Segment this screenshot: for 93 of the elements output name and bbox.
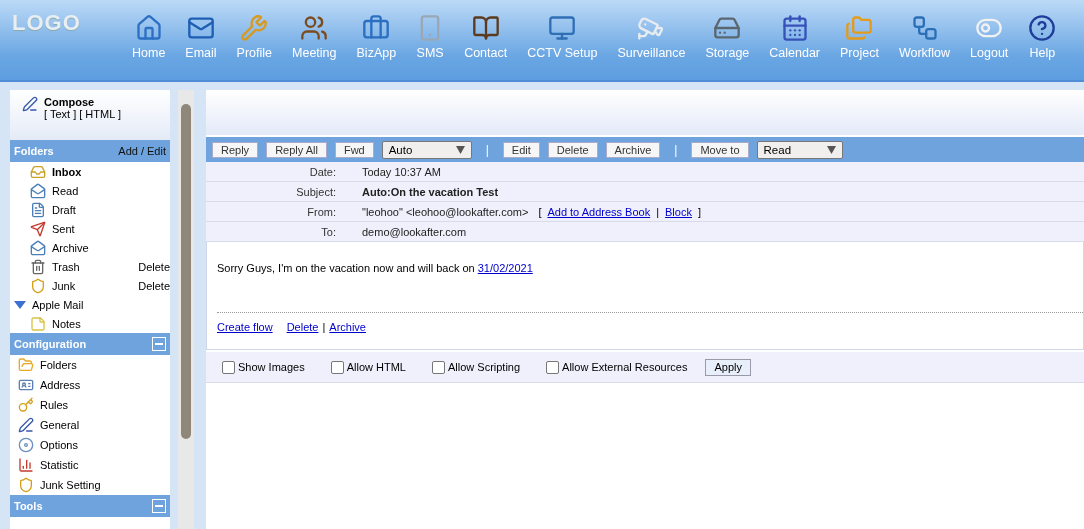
dropdown[interactable]: Auto — [381, 140, 472, 159]
config-item[interactable]: Options — [10, 435, 170, 455]
folder-icon — [18, 357, 34, 373]
pen-icon — [18, 417, 34, 433]
action-link[interactable]: Create flow — [217, 321, 273, 333]
notepad-icon — [30, 315, 46, 332]
folder-item[interactable]: Apple Mail — [10, 295, 170, 314]
action-link[interactable]: Archive — [329, 321, 366, 333]
folder-item[interactable]: Inbox — [10, 162, 170, 181]
key-icon — [18, 397, 34, 413]
expand-triangle-icon[interactable] — [14, 300, 26, 309]
envelope-icon — [30, 182, 46, 199]
date-link[interactable]: 31/02/2021 — [477, 262, 533, 274]
folder-item[interactable]: Archive — [10, 238, 170, 257]
header-label: To: — [320, 225, 337, 238]
workflow-icon — [910, 14, 939, 42]
option-checkbox[interactable]: Allow Scripting — [431, 360, 521, 374]
add-edit-link[interactable]: Add / Edit — [118, 145, 166, 157]
dropdown[interactable]: Read — [756, 140, 843, 159]
header-link[interactable]: Block — [665, 205, 692, 218]
header-value: demo@lookafter.com — [362, 225, 467, 238]
folder-item[interactable]: Notes — [10, 314, 170, 333]
header-label: Date: — [308, 165, 337, 178]
send-icon — [30, 220, 46, 237]
compose-link[interactable]: Compose — [44, 96, 122, 108]
header-value: "leohoo" <leohoo@lookafter.com> — [362, 205, 529, 218]
disc-icon — [18, 437, 34, 453]
folder-item[interactable]: Draft — [10, 200, 170, 219]
people-icon — [300, 14, 329, 42]
option-checkbox[interactable]: Allow HTML — [330, 360, 406, 374]
toolbar-button[interactable]: Fwd — [334, 141, 374, 158]
folder-item[interactable]: Junk Delete — [10, 276, 170, 295]
toolbar-button[interactable]: Archive — [605, 141, 661, 158]
config-item[interactable]: Statistic — [10, 455, 170, 475]
config-item[interactable]: Folders — [10, 355, 170, 375]
separator: | — [673, 142, 679, 157]
folder-item[interactable]: Sent — [10, 219, 170, 238]
help-icon — [1028, 14, 1057, 42]
briefcase-icon — [362, 14, 391, 42]
document-icon — [30, 201, 46, 218]
house-icon — [134, 14, 163, 42]
header-link[interactable]: Add to Address Book — [547, 205, 651, 218]
inbox-icon — [30, 163, 46, 180]
compose-icon — [22, 96, 38, 112]
calendar-icon — [780, 14, 809, 42]
folder-item[interactable]: Trash Delete — [10, 257, 170, 276]
caret-icon — [455, 145, 465, 154]
card-icon — [18, 377, 34, 393]
logo: LOGO — [11, 9, 82, 36]
config-item[interactable]: Address — [10, 375, 170, 395]
separator: [ — [538, 205, 542, 218]
separator: | — [322, 321, 326, 333]
collapse-button[interactable] — [152, 499, 166, 513]
apply-button[interactable]: Apply — [705, 358, 751, 376]
header-label: From: — [306, 205, 337, 218]
trash-icon — [30, 258, 46, 275]
config-item[interactable]: Rules — [10, 395, 170, 415]
toolbar-button[interactable]: Edit — [502, 141, 540, 158]
header-value: Auto:On the vacation Test — [362, 185, 499, 198]
option-checkbox[interactable]: Allow External Resources — [546, 360, 688, 374]
shield-icon — [18, 477, 34, 493]
toolbar-button[interactable]: Move to — [691, 141, 749, 158]
shield-icon — [30, 277, 46, 294]
delete-link[interactable]: Delete — [138, 279, 170, 292]
config-item[interactable]: Junk Setting — [10, 475, 170, 495]
book-icon — [471, 14, 500, 42]
config-item[interactable]: General — [10, 415, 170, 435]
separator: | — [484, 142, 490, 157]
camera-icon — [637, 14, 666, 42]
section-title: Configuration — [14, 338, 87, 350]
separator: ] — [697, 205, 701, 218]
section-title: Tools — [14, 500, 43, 512]
monitor-icon — [548, 14, 577, 42]
wrench-icon — [240, 14, 269, 42]
header-value: Today 10:37 AM — [362, 165, 441, 178]
folder-item[interactable]: Read — [10, 181, 170, 200]
separator: | — [656, 205, 660, 218]
delete-link[interactable]: Delete — [138, 260, 170, 273]
chart-icon — [18, 457, 34, 473]
option-checkbox[interactable]: Show Images — [222, 360, 305, 374]
header-label: Subject: — [295, 185, 337, 198]
scrollbar[interactable] — [178, 90, 194, 529]
toolbar-button[interactable]: Delete — [547, 141, 598, 158]
section-title: Folders — [14, 145, 54, 157]
action-link[interactable]: Delete — [286, 321, 319, 333]
format-links[interactable]: [ Text ] [ HTML ] — [44, 108, 122, 120]
toolbar-button[interactable]: Reply — [212, 141, 259, 158]
folders-icon — [845, 14, 874, 42]
caret-icon — [826, 145, 836, 154]
toolbar-button[interactable]: Reply All — [266, 141, 327, 158]
collapse-button[interactable] — [152, 337, 166, 351]
envelope-icon — [30, 239, 46, 256]
message-text: Sorry Guys, I'm on the vacation now and will back on 31/02/2021 — [217, 262, 534, 274]
